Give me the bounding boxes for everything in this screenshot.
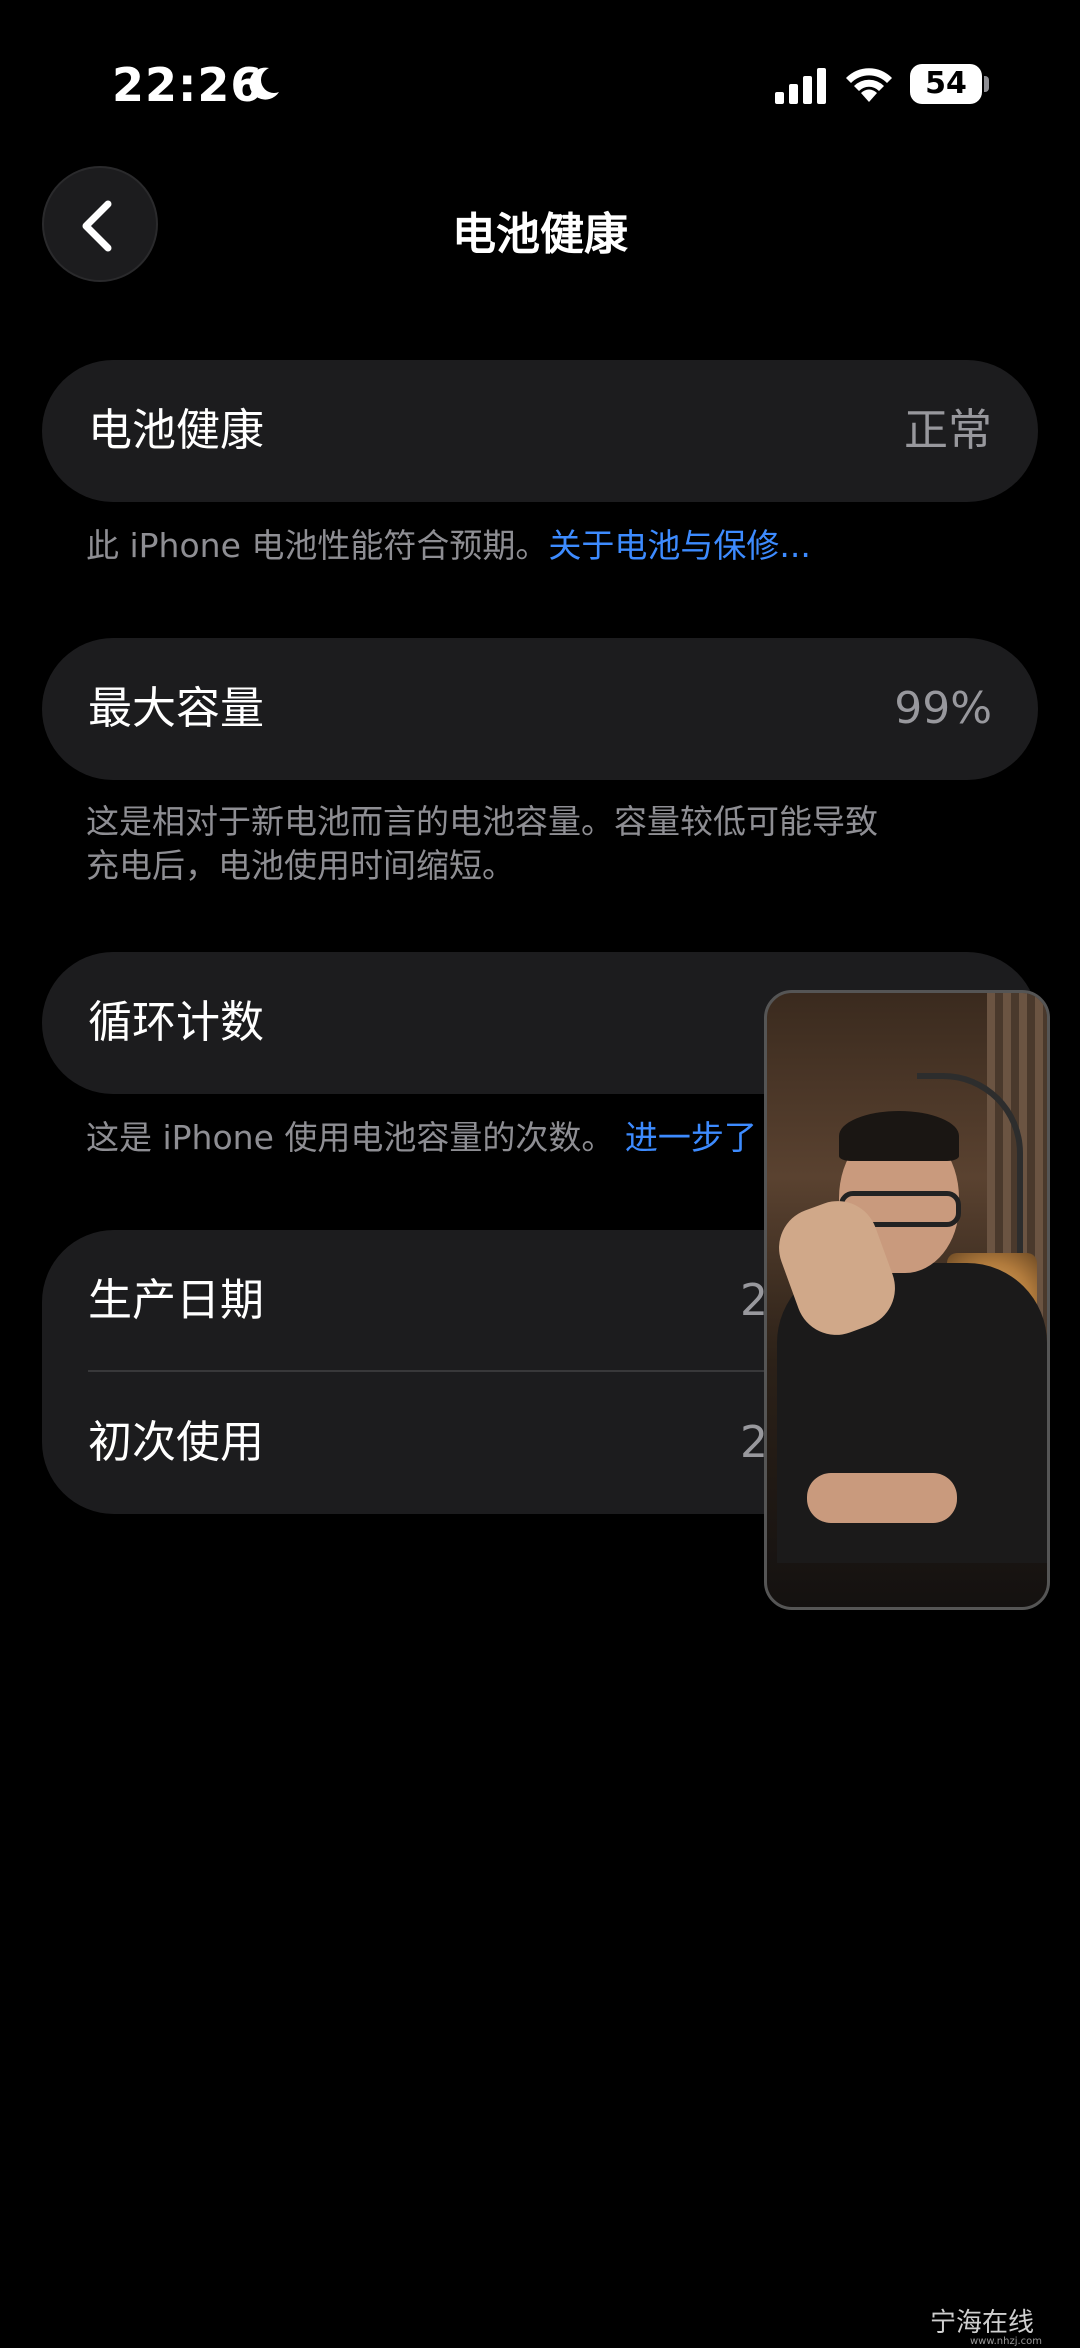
battery-warranty-link[interactable]: 关于电池与保修...	[548, 526, 810, 565]
battery-health-footnote: 此 iPhone 电池性能符合预期。关于电池与保修...	[86, 524, 986, 568]
cycle-count-note: 这是 iPhone 使用电池容量的次数。	[86, 1118, 615, 1157]
page-title: 电池健康	[452, 209, 628, 260]
watermark-logo: 宁海在线	[930, 2308, 1035, 2338]
pip-video-overlay[interactable]	[764, 990, 1050, 1610]
battery-health-label: 电池健康	[88, 405, 264, 456]
battery-health-card: 电池健康 正常	[42, 360, 1038, 502]
status-time: 22:26	[112, 58, 264, 112]
max-capacity-note-line1: 这是相对于新电池而言的电池容量。容量较低可能导致	[86, 802, 878, 841]
wifi-icon	[846, 68, 892, 102]
battery-health-screen: 22:26 54 电池健康 电池健康 正常 此 iPhone 电池性能符合预期。…	[0, 0, 1080, 2348]
pip-person-arm	[807, 1473, 957, 1523]
max-capacity-row: 最大容量 99%	[42, 638, 1038, 780]
pip-person-hair	[839, 1111, 959, 1161]
cycle-count-label: 循环计数	[88, 997, 264, 1048]
max-capacity-note-line2: 充电后，电池使用时间缩短。	[86, 846, 515, 885]
max-capacity-value: 99%	[894, 683, 992, 734]
max-capacity-footnote: 这是相对于新电池而言的电池容量。容量较低可能导致 充电后，电池使用时间缩短。	[86, 800, 986, 888]
learn-more-link[interactable]: 进一步了	[625, 1118, 757, 1157]
battery-health-row: 电池健康 正常	[42, 360, 1038, 502]
battery-icon: 54	[910, 64, 982, 104]
watermark-url: www.nhzj.com	[970, 2336, 1043, 2347]
max-capacity-card: 最大容量 99%	[42, 638, 1038, 780]
first-use-label: 初次使用	[88, 1417, 264, 1468]
manufacture-date-label: 生产日期	[88, 1275, 264, 1326]
moon-icon	[249, 67, 279, 100]
battery-health-value: 正常	[904, 405, 992, 456]
max-capacity-label: 最大容量	[88, 683, 264, 734]
battery-cap	[984, 76, 989, 92]
cellular-signal-icon	[775, 68, 826, 104]
battery-health-note: 此 iPhone 电池性能符合预期。	[86, 526, 549, 565]
